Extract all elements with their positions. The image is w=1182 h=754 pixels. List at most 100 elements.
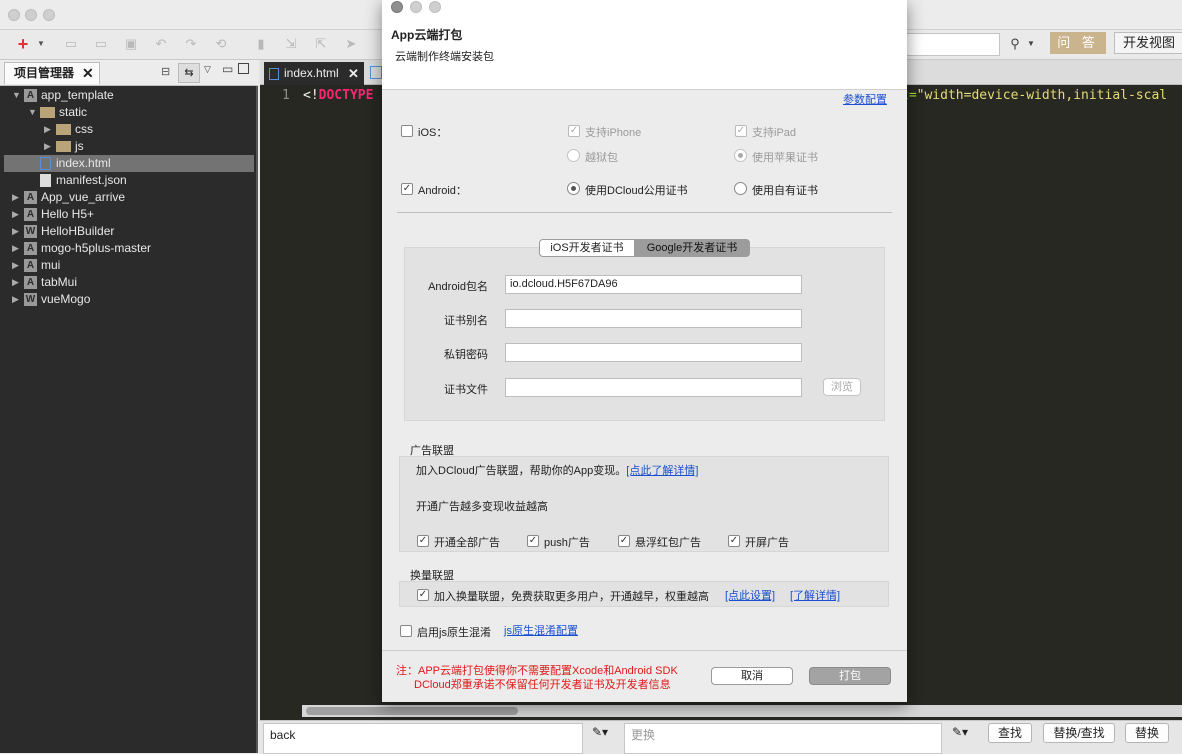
ask-button[interactable]: 问 答 (1050, 32, 1106, 54)
global-search-input[interactable] (898, 33, 1000, 56)
dialog-title: App云端打包 (391, 28, 463, 42)
cancel-button[interactable]: 取消 (711, 667, 793, 685)
export-icon[interactable]: ⇱ (314, 37, 328, 51)
replace-input[interactable]: 更换 (624, 723, 942, 754)
jailbreak-radio[interactable] (567, 149, 580, 162)
search-icon[interactable]: ⚲ (1008, 37, 1022, 51)
sidebar-title[interactable]: 项目管理器 ✕ (4, 62, 100, 84)
tab-ios-cert[interactable]: iOS开发者证书 (539, 239, 635, 257)
format-icon[interactable]: ⟲ (214, 37, 228, 51)
tree-item-tabmui[interactable]: ▶ AtabMui (12, 274, 77, 291)
maximize-panel-icon[interactable] (238, 63, 249, 74)
close-tab-icon[interactable]: ✕ (348, 62, 359, 85)
tree-item-app-vue-arrive[interactable]: ▶ A App_vue_arrive (12, 189, 125, 206)
tree-item-vuemogo[interactable]: ▶ WvueMogo (12, 291, 90, 308)
link-editor-icon[interactable]: ⇆ (178, 63, 200, 83)
collapsed-arrow-icon[interactable]: ▶ (12, 240, 19, 257)
dialog-close-button[interactable] (391, 1, 403, 13)
dialog-zoom-button[interactable] (429, 1, 441, 13)
alias-input[interactable] (505, 309, 802, 328)
expanded-arrow-icon[interactable]: ▼ (12, 87, 21, 104)
apple-cert-radio[interactable] (734, 149, 747, 162)
minimize-panel-icon[interactable]: ▭ (222, 62, 233, 76)
tab-index-html[interactable]: index.html ✕ (264, 62, 364, 85)
expanded-arrow-icon[interactable]: ▼ (28, 104, 37, 121)
replace-button[interactable]: 替换 (1125, 723, 1169, 743)
splash-ads-checkbox[interactable]: ✓ (728, 535, 740, 547)
tree-item-mogo-h5plus-master[interactable]: ▶ Amogo-h5plus-master (12, 240, 151, 257)
tree-item-manifest[interactable]: manifest.json (40, 172, 127, 189)
tree-item-css[interactable]: ▶ css (44, 121, 93, 138)
copy-icon[interactable]: ▣ (124, 37, 138, 51)
scrollbar-thumb[interactable] (306, 707, 518, 715)
collapsed-arrow-icon[interactable]: ▶ (44, 138, 51, 155)
import-icon[interactable]: ⇲ (284, 37, 298, 51)
float-ads-checkbox[interactable]: ✓ (618, 535, 630, 547)
save-icon[interactable]: ▭ (64, 37, 78, 51)
dcloud-cert-label: 使用DCloud公用证书 (585, 185, 688, 197)
obfuscate-config-link[interactable]: js原生混淆配置 (504, 622, 578, 638)
collapsed-arrow-icon[interactable]: ▶ (12, 257, 19, 274)
tree-item-app-template[interactable]: ▼ Aapp_template (12, 87, 114, 104)
collapse-icon[interactable]: ⊟ (161, 65, 170, 78)
support-iphone-checkbox[interactable]: ✓ (568, 125, 580, 137)
new-plus-icon[interactable]: + (16, 35, 30, 53)
search-dropdown-icon[interactable]: ▼ (1024, 37, 1038, 51)
exchange-checkbox[interactable]: ✓ (417, 589, 429, 601)
collapsed-arrow-icon[interactable]: ▶ (12, 291, 19, 308)
close-window-button[interactable] (8, 9, 20, 21)
key-password-label: 私钥密码 (444, 349, 488, 361)
save-all-icon[interactable]: ▭ (94, 37, 108, 51)
tree-item-js[interactable]: ▶ js (44, 138, 84, 155)
find-button[interactable]: 查找 (988, 723, 1032, 743)
tree-item-hello-h5plus[interactable]: ▶ A Hello H5+ (12, 206, 94, 223)
all-ads-checkbox[interactable]: ✓ (417, 535, 429, 547)
tree-item-mui[interactable]: ▶ Amui (12, 257, 60, 274)
collapsed-arrow-icon[interactable]: ▶ (12, 223, 19, 240)
own-cert-radio[interactable] (734, 182, 747, 195)
android-label: Android： (418, 185, 467, 197)
replace-find-button[interactable]: 替换/查找 (1043, 723, 1115, 743)
undo-icon[interactable]: ↶ (154, 37, 168, 51)
redo-icon[interactable]: ↷ (184, 37, 198, 51)
collapsed-arrow-icon[interactable]: ▶ (12, 206, 19, 223)
dialog-minimize-button[interactable] (410, 1, 422, 13)
bookmark-icon[interactable]: ▮ (254, 37, 268, 51)
ad-learn-more-link[interactable]: [点此了解详情] (626, 465, 698, 477)
dcloud-cert-radio[interactable] (567, 182, 580, 195)
collapsed-arrow-icon[interactable]: ▶ (12, 274, 19, 291)
app-project-icon: A (24, 208, 37, 222)
param-config-link[interactable]: 参数配置 (843, 91, 887, 107)
minimize-window-button[interactable] (25, 9, 37, 21)
second-tab-icon[interactable] (370, 66, 382, 79)
collapsed-arrow-icon[interactable]: ▶ (44, 121, 51, 138)
find-input[interactable]: back (263, 723, 583, 754)
ios-checkbox[interactable] (401, 125, 413, 137)
tree-item-hellohbuilder[interactable]: ▶ W HelloHBuilder (12, 223, 114, 240)
support-ipad-checkbox[interactable]: ✓ (735, 125, 747, 137)
run-icon[interactable]: ➤ (344, 37, 358, 51)
tab-google-cert[interactable]: Google开发者证书 (634, 239, 750, 257)
view-menu-icon[interactable]: ▽ (204, 64, 211, 75)
all-ads-label: 开通全部广告 (434, 537, 500, 549)
browse-button[interactable]: 浏览 (823, 378, 861, 396)
json-file-icon (40, 174, 51, 188)
find-options-icon[interactable]: ✎▾ (592, 725, 608, 739)
replace-options-icon[interactable]: ✎▾ (952, 725, 968, 739)
exchange-setup-link[interactable]: [点此设置] (725, 587, 775, 603)
pack-button[interactable]: 打包 (809, 667, 891, 685)
package-input[interactable]: io.dcloud.H5F67DA96 (505, 275, 802, 294)
cert-file-input[interactable] (505, 378, 802, 397)
android-checkbox[interactable]: ✓ (401, 183, 413, 195)
tree-item-index-html[interactable]: index.html (4, 155, 254, 172)
obfuscate-checkbox[interactable] (400, 625, 412, 637)
dev-view-button[interactable]: 开发视图 (1114, 32, 1182, 54)
close-panel-icon[interactable]: ✕ (82, 63, 94, 83)
key-password-input[interactable] (505, 343, 802, 362)
exchange-detail-link[interactable]: [了解详情] (790, 587, 840, 603)
push-ads-checkbox[interactable]: ✓ (527, 535, 539, 547)
new-dropdown-icon[interactable]: ▼ (34, 37, 48, 51)
collapsed-arrow-icon[interactable]: ▶ (12, 189, 19, 206)
zoom-window-button[interactable] (43, 9, 55, 21)
tree-item-static[interactable]: ▼ static (28, 104, 87, 121)
